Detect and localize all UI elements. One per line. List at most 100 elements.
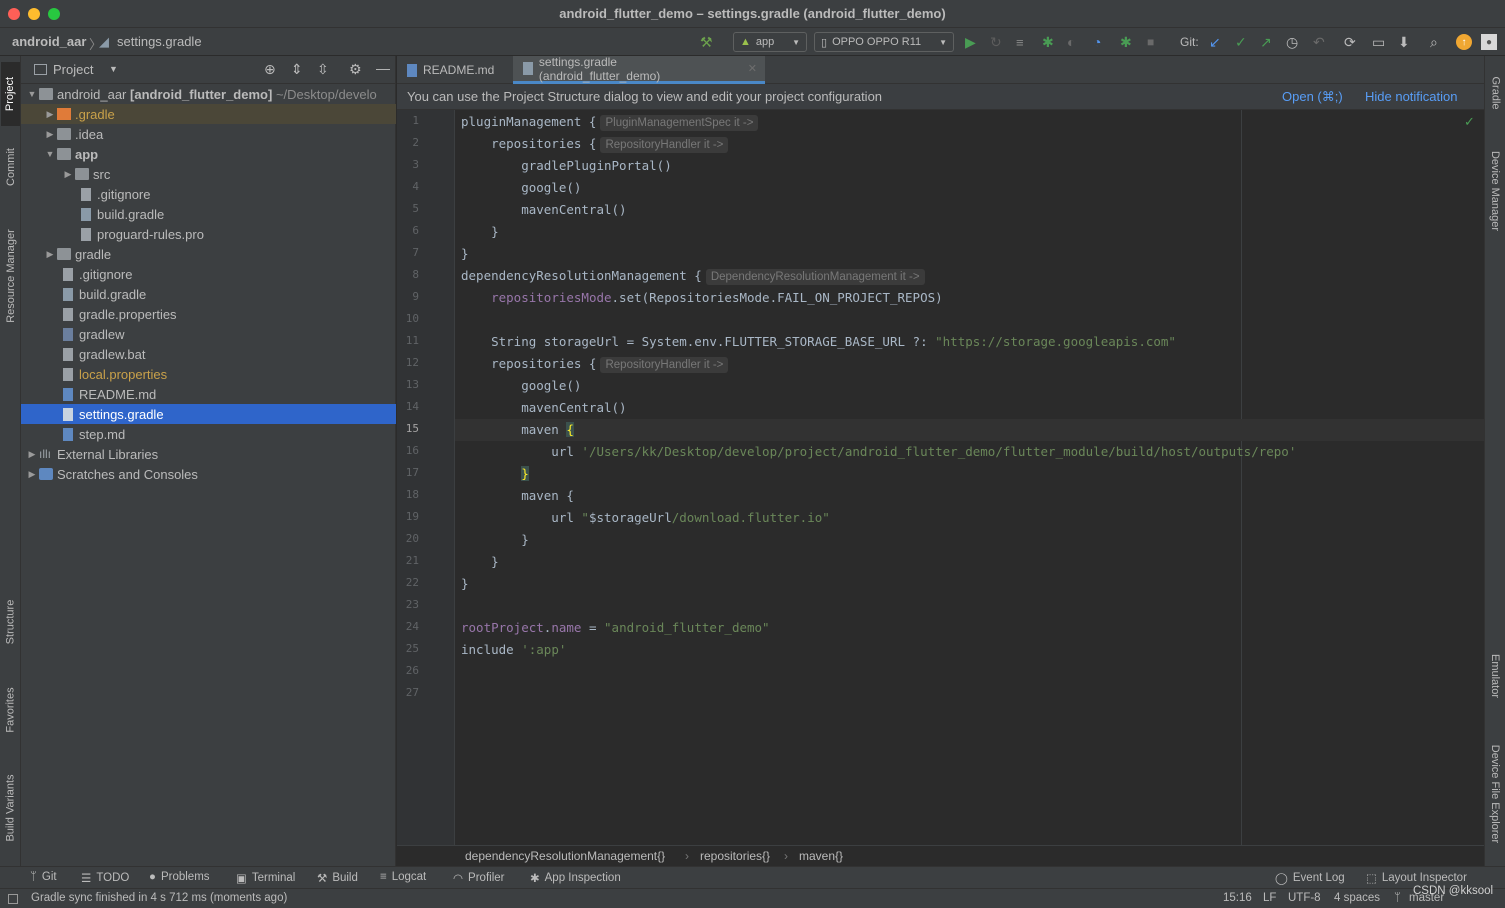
tool-terminal[interactable]: ▣ Terminal [236, 871, 295, 885]
tree-item-gradlew[interactable]: gradlew [21, 324, 396, 344]
tab-commit[interactable]: Commit [1, 134, 20, 200]
tree-item-build-gradle[interactable]: build.gradle [21, 284, 396, 304]
apply-changes-icon[interactable]: ≡ [1016, 32, 1024, 52]
device-manager-icon[interactable]: ▭ [1372, 32, 1385, 52]
tree-item-app-build-gradle[interactable]: build.gradle [21, 204, 396, 224]
code-line: gradlePluginPortal() [461, 158, 672, 173]
tab-favorites[interactable]: Favorites [1, 674, 20, 746]
git-commit-icon[interactable]: ✓ [1235, 32, 1247, 52]
rollback-icon[interactable]: ↶ [1313, 32, 1325, 52]
debug-icon[interactable]: ✱ [1042, 32, 1054, 52]
tree-item-root[interactable]: ▼ android_aar [android_flutter_demo] ~/D… [21, 84, 396, 104]
hide-notification-link[interactable]: Hide notification [1365, 89, 1458, 104]
tab-gradle[interactable]: Gradle [1486, 62, 1505, 124]
tool-layout-inspector[interactable]: ⬚ Layout Inspector [1366, 871, 1467, 885]
tab-build-variants[interactable]: Build Variants [1, 760, 20, 856]
tree-item-step-md[interactable]: step.md [21, 424, 396, 444]
history-icon[interactable]: ◷ [1286, 32, 1298, 52]
nav-project[interactable]: android_aar [12, 34, 86, 49]
tree-item-proguard[interactable]: proguard-rules.pro [21, 224, 396, 244]
tree-item-settings-gradle[interactable]: settings.gradle [21, 404, 396, 424]
tool-build[interactable]: ⚒ Build [317, 871, 358, 885]
file-icon [81, 187, 91, 201]
tree-item-gitignore[interactable]: .gitignore [21, 264, 396, 284]
chevron-down-icon[interactable]: ▼ [109, 64, 118, 74]
tree-item-scratches[interactable]: ▶ Scratches and Consoles [21, 464, 396, 484]
tool-app-inspection[interactable]: ✱ App Inspection [530, 871, 621, 885]
breadcrumb-item[interactable]: dependencyResolutionManagement{} [465, 849, 665, 863]
tab-project[interactable]: Project [1, 62, 20, 126]
profile-icon[interactable]: ◔ [1093, 32, 1101, 52]
code-line: } [461, 224, 499, 239]
tab-device-file-explorer[interactable]: Device File Explorer [1486, 732, 1505, 856]
gear-icon[interactable]: ⚙ [349, 61, 362, 78]
device-select[interactable]: ▯ OPPO OPPO R11 ▼ [814, 32, 954, 52]
run-icon[interactable]: ▶ [965, 32, 976, 52]
tree-item-app-gitignore[interactable]: .gitignore [21, 184, 396, 204]
close-icon[interactable]: ✕ [748, 62, 757, 75]
tab-readme[interactable]: README.md [397, 56, 513, 84]
git-push-icon[interactable]: ↗ [1260, 32, 1272, 52]
code-line: google() [461, 180, 582, 195]
open-project-structure-link[interactable]: Open (⌘;) [1282, 89, 1343, 105]
line-separator[interactable]: LF [1263, 892, 1276, 904]
tree-item-idea[interactable]: ▶ .idea [21, 124, 396, 144]
tab-settings-gradle[interactable]: settings.gradle (android_flutter_demo) ✕ [513, 55, 765, 84]
tool-problems[interactable]: ● Problems [149, 871, 210, 883]
avatar[interactable]: ● [1481, 34, 1497, 50]
tree-item-local-properties[interactable]: local.properties [21, 364, 396, 384]
status-message[interactable]: Gradle sync finished in 4 s 712 ms (mome… [31, 892, 287, 904]
expand-all-icon[interactable]: ⇕ [291, 61, 303, 78]
tree-label: android_aar [57, 86, 127, 102]
indent-setting[interactable]: 4 spaces [1334, 892, 1380, 904]
sync-gradle-icon[interactable]: ⟳ [1344, 32, 1356, 52]
tool-logcat[interactable]: ≡ Logcat [380, 871, 426, 883]
caret-position[interactable]: 15:16 [1223, 892, 1252, 904]
sdk-manager-icon[interactable]: ⬇ [1398, 32, 1410, 52]
file-encoding[interactable]: UTF-8 [1288, 892, 1321, 904]
chevron-right-icon: ▶ [28, 448, 36, 459]
tab-emulator[interactable]: Emulator [1486, 640, 1505, 712]
tool-event-log[interactable]: ◯ Event Log [1275, 871, 1345, 885]
search-icon[interactable]: ⌕ [1430, 32, 1438, 52]
breadcrumb-item[interactable]: repositories{} [700, 849, 770, 863]
attach-debugger-icon[interactable]: ✱ [1120, 32, 1132, 52]
collapse-all-icon[interactable]: ⇳ [317, 61, 329, 78]
line-number: 15 [405, 422, 419, 435]
coverage-icon[interactable]: ◐ [1067, 32, 1075, 52]
tab-resource-manager[interactable]: Resource Manager [1, 216, 20, 336]
project-panel-title[interactable]: Project [53, 62, 93, 77]
breadcrumb-item[interactable]: maven{} [799, 849, 843, 863]
tree-item-gradle-properties[interactable]: gradle.properties [21, 304, 396, 324]
line-number: 1 [412, 114, 419, 127]
tool-profiler[interactable]: ◠ Profiler [453, 871, 504, 885]
chevron-right-icon: › [784, 849, 788, 863]
hide-panel-icon[interactable]: — [376, 60, 390, 76]
run-config-select[interactable]: ▲ app ▼ [733, 32, 807, 52]
locate-icon[interactable]: ⊕ [264, 61, 276, 78]
tree-item-src[interactable]: ▶ src [21, 164, 396, 184]
stop-icon[interactable]: ■ [1147, 32, 1154, 52]
toggle-tool-windows-icon[interactable] [8, 894, 18, 904]
update-icon[interactable]: ↑ [1456, 34, 1472, 50]
tree-item-gradle[interactable]: ▶ gradle [21, 244, 396, 264]
nav-file[interactable]: settings.gradle [117, 34, 202, 49]
tree-item-app[interactable]: ▼ app [21, 144, 396, 164]
tree-item-external-libraries[interactable]: ▶ ıllı External Libraries [21, 444, 396, 464]
hammer-icon[interactable]: ⚒ [700, 32, 713, 52]
tree-item-readme[interactable]: README.md [21, 384, 396, 404]
tree-item-gradle-dir[interactable]: ▶ .gradle [21, 104, 396, 124]
properties-file-icon [63, 367, 73, 381]
tab-structure[interactable]: Structure [1, 586, 20, 658]
tool-git[interactable]: ᛘ Git [30, 871, 57, 883]
tree-item-gradlew-bat[interactable]: gradlew.bat [21, 344, 396, 364]
tool-todo[interactable]: ☰ TODO [81, 871, 129, 885]
tree-label: step.md [79, 426, 126, 442]
rerun-icon[interactable]: ↻ [990, 32, 1002, 52]
library-icon: ıllı [39, 447, 51, 461]
tab-device-manager[interactable]: Device Manager [1486, 136, 1505, 246]
git-update-icon[interactable]: ↙ [1209, 32, 1221, 52]
tree-label: README.md [79, 386, 157, 402]
project-panel-header: Project ▼ ⊕ ⇕ ⇳ ⚙ — [21, 56, 396, 84]
inlay-hint: PluginManagementSpec it -> [600, 115, 759, 131]
